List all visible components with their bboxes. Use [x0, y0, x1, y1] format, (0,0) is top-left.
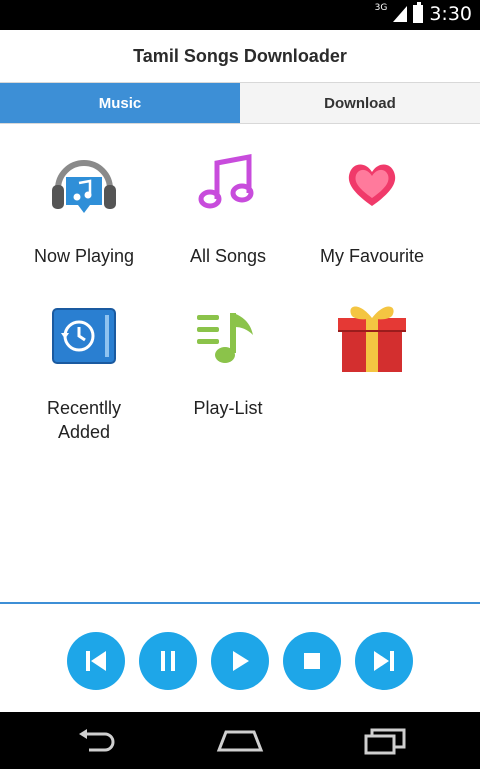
player-divider: [0, 602, 480, 604]
app-title-bar: Tamil Songs Downloader: [0, 30, 480, 82]
tab-download-label: Download: [324, 94, 396, 112]
pause-button[interactable]: [139, 632, 197, 690]
gift-icon: [332, 296, 412, 376]
recents-icon: [364, 728, 406, 755]
stop-icon: [304, 653, 320, 669]
grid-label: Play-List: [193, 398, 263, 418]
battery-icon: [413, 2, 424, 23]
next-button[interactable]: [355, 632, 413, 690]
pause-icon: [161, 651, 175, 671]
home-icon: [216, 730, 264, 752]
previous-icon: [86, 651, 106, 671]
navigation-bar: [0, 712, 480, 769]
music-note-icon: [188, 144, 268, 224]
status-bar: 3G 3:30: [0, 0, 480, 30]
grid-label-line2: Added: [57, 422, 111, 442]
grid-label: Recentlly Added: [4, 396, 164, 444]
back-icon: [79, 729, 115, 752]
grid-item-now-playing[interactable]: Now Playing: [4, 144, 164, 268]
back-button[interactable]: [72, 726, 122, 756]
grid-label: Now Playing: [33, 246, 135, 266]
heart-icon: [332, 144, 412, 224]
tab-music-label: Music: [98, 94, 142, 112]
play-button[interactable]: [211, 632, 269, 690]
app-title: Tamil Songs Downloader: [133, 45, 347, 66]
grid-label: My Favourite: [319, 246, 425, 266]
signal-icon: [393, 6, 408, 22]
recents-button[interactable]: [360, 726, 410, 756]
previous-button[interactable]: [67, 632, 125, 690]
clock: 3:30: [429, 3, 472, 25]
grid-item-my-favourite[interactable]: My Favourite: [292, 144, 452, 268]
grid-item-all-songs[interactable]: All Songs: [148, 144, 308, 268]
history-clock-icon: [44, 296, 124, 376]
grid-label-line1: Recentlly: [46, 398, 122, 418]
stop-button[interactable]: [283, 632, 341, 690]
playlist-icon: [188, 296, 268, 376]
play-icon: [233, 651, 249, 671]
tab-bar: Music Download: [0, 82, 480, 124]
screen: 3G 3:30 Tamil Songs Downloader Music Dow…: [0, 0, 480, 769]
network-type: 3G: [374, 3, 388, 13]
tab-download[interactable]: Download: [240, 83, 480, 123]
grid-label: All Songs: [189, 246, 267, 266]
grid-item-playlist[interactable]: Play-List: [148, 296, 308, 420]
headphones-icon: [44, 144, 124, 224]
status-icons: 3G 3:30: [374, 2, 472, 25]
player-controls: [0, 632, 480, 692]
home-button[interactable]: [215, 726, 265, 756]
grid-item-recently-added[interactable]: Recentlly Added: [4, 296, 164, 444]
grid-item-gift[interactable]: [292, 296, 452, 376]
tab-music[interactable]: Music: [0, 83, 240, 123]
next-icon: [374, 651, 394, 671]
